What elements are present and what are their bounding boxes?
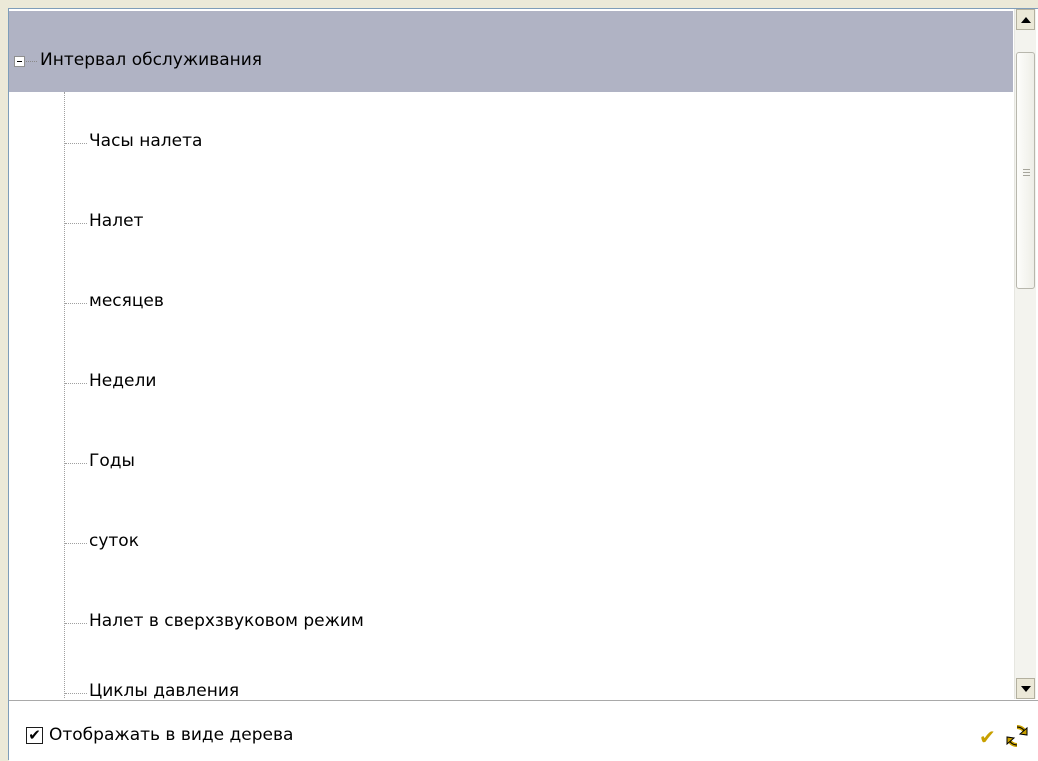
checkmark-icon[interactable]: ✔	[979, 727, 996, 747]
scrollbar-thumb[interactable]	[1016, 52, 1035, 289]
tree-node-label: Налет в сверхзвуковом режим	[89, 611, 364, 631]
collapse-icon[interactable]	[14, 56, 25, 67]
tree-vertical-connector	[64, 92, 65, 699]
arrow-down-icon	[1021, 686, 1031, 692]
scroll-down-button[interactable]	[1016, 678, 1035, 699]
tree-node-label: Налет	[89, 211, 144, 231]
scroll-up-button[interactable]	[1016, 9, 1035, 30]
tree-root-label: Интервал обслуживания	[40, 50, 263, 70]
tree-view[interactable]: Интервал обслуживания Часы налета Налет …	[9, 9, 1013, 699]
tree-node-label: Часы налета	[89, 131, 203, 151]
refresh-icon[interactable]	[1005, 724, 1029, 748]
tree-node-label: суток	[89, 531, 139, 551]
vertical-scrollbar[interactable]	[1014, 9, 1036, 699]
tree-node-label: Годы	[89, 451, 135, 471]
tree-panel: Интервал обслуживания Часы налета Налет …	[8, 8, 1038, 761]
tree-root-row[interactable]: Интервал обслуживания	[9, 11, 1013, 92]
footer-bar: ✔ Отображать в виде дерева ✔	[9, 700, 1038, 761]
tree-node-label: месяцев	[89, 291, 164, 311]
arrow-up-icon	[1021, 17, 1031, 23]
tree-node-label: Недели	[89, 371, 157, 391]
tree-view-checkbox[interactable]: ✔	[26, 727, 43, 744]
tree-node-label: Циклы давления	[89, 681, 240, 699]
tree-connector-line	[26, 61, 37, 62]
tree-view-checkbox-label[interactable]: Отображать в виде дерева	[49, 725, 293, 745]
grip-icon	[1023, 169, 1030, 176]
